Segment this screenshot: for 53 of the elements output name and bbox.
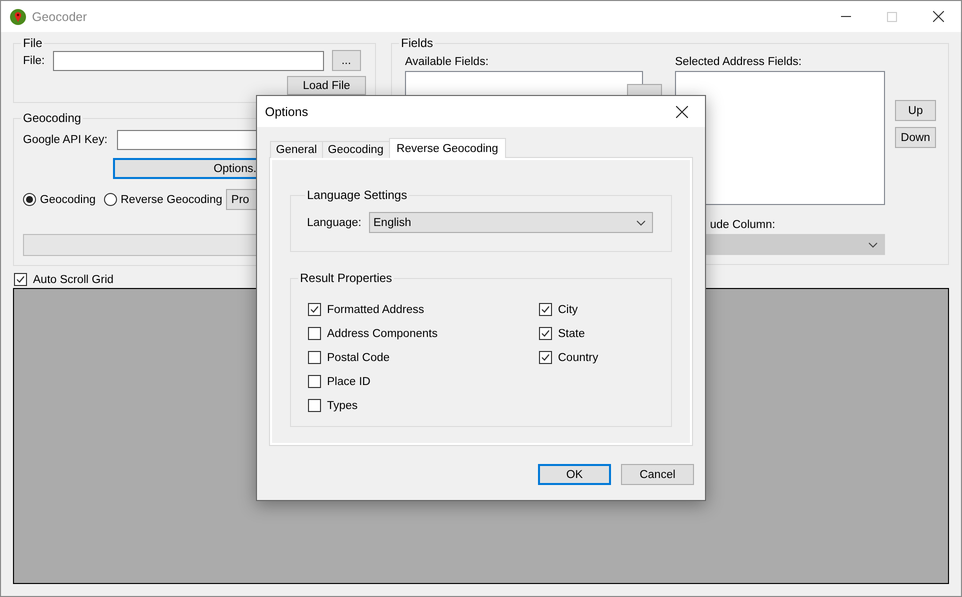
radio-button[interactable] (104, 193, 117, 206)
file-label: File: (23, 54, 45, 66)
available-fields-label: Available Fields: (405, 56, 490, 68)
down-button[interactable]: Down (895, 127, 936, 148)
checkbox[interactable] (539, 303, 552, 316)
close-icon (932, 11, 944, 22)
checkbox-label: City (558, 304, 578, 316)
radio-label: Geocoding (40, 194, 96, 206)
checkbox[interactable] (14, 273, 27, 286)
group-title: Result Properties (299, 271, 394, 285)
api-key-label: Google API Key: (23, 134, 108, 146)
checkbox-label: Address Components (327, 328, 438, 340)
checkbox[interactable] (539, 351, 552, 364)
checkbox-label: Auto Scroll Grid (33, 274, 114, 286)
checkbox-label: Types (327, 400, 358, 412)
chevron-down-icon (636, 220, 646, 226)
tab[interactable]: General (270, 141, 323, 158)
selected-fields-label: Selected Address Fields: (675, 56, 803, 68)
file-path-field[interactable] (52, 50, 324, 70)
tab[interactable]: Reverse Geocoding (388, 138, 506, 158)
map-pin-icon (10, 8, 26, 24)
checkbox[interactable] (308, 351, 321, 364)
checkbox-label: Postal Code (327, 352, 390, 364)
checkbox[interactable] (308, 375, 321, 388)
maximize-icon (887, 12, 897, 22)
close-icon (676, 106, 688, 118)
checkbox-label: Formatted Address (327, 304, 424, 316)
radio-button[interactable] (23, 193, 36, 206)
language-label: Language: (307, 216, 362, 228)
cancel-button[interactable]: Cancel (621, 464, 694, 485)
group-title: Fields (400, 36, 434, 50)
column-label: ude Column: (709, 219, 776, 231)
checkbox-label: Place ID (327, 376, 370, 388)
group-title: File (22, 36, 44, 50)
window-title: Geocoder (32, 10, 87, 24)
tab[interactable]: Geocoding (322, 141, 390, 158)
load-file-button[interactable]: Load File (287, 76, 366, 95)
checkbox[interactable] (308, 327, 321, 340)
checkbox-label: Country (558, 352, 598, 364)
checkbox-label: State (558, 328, 585, 340)
minimize-icon (841, 16, 851, 17)
radio-label: Reverse Geocoding (120, 194, 222, 206)
group-title: Geocoding (22, 111, 82, 125)
browse-button[interactable]: ... (332, 50, 361, 71)
dialog-title: Options (265, 104, 308, 118)
up-button[interactable]: Up (895, 100, 936, 121)
chevron-down-icon (868, 242, 878, 248)
ok-button[interactable]: OK (538, 464, 611, 485)
checkbox[interactable] (308, 303, 321, 316)
checkbox[interactable] (308, 399, 321, 412)
checkbox[interactable] (539, 327, 552, 340)
group-title: Language Settings (306, 188, 408, 202)
language-dropdown[interactable]: English (369, 212, 654, 233)
